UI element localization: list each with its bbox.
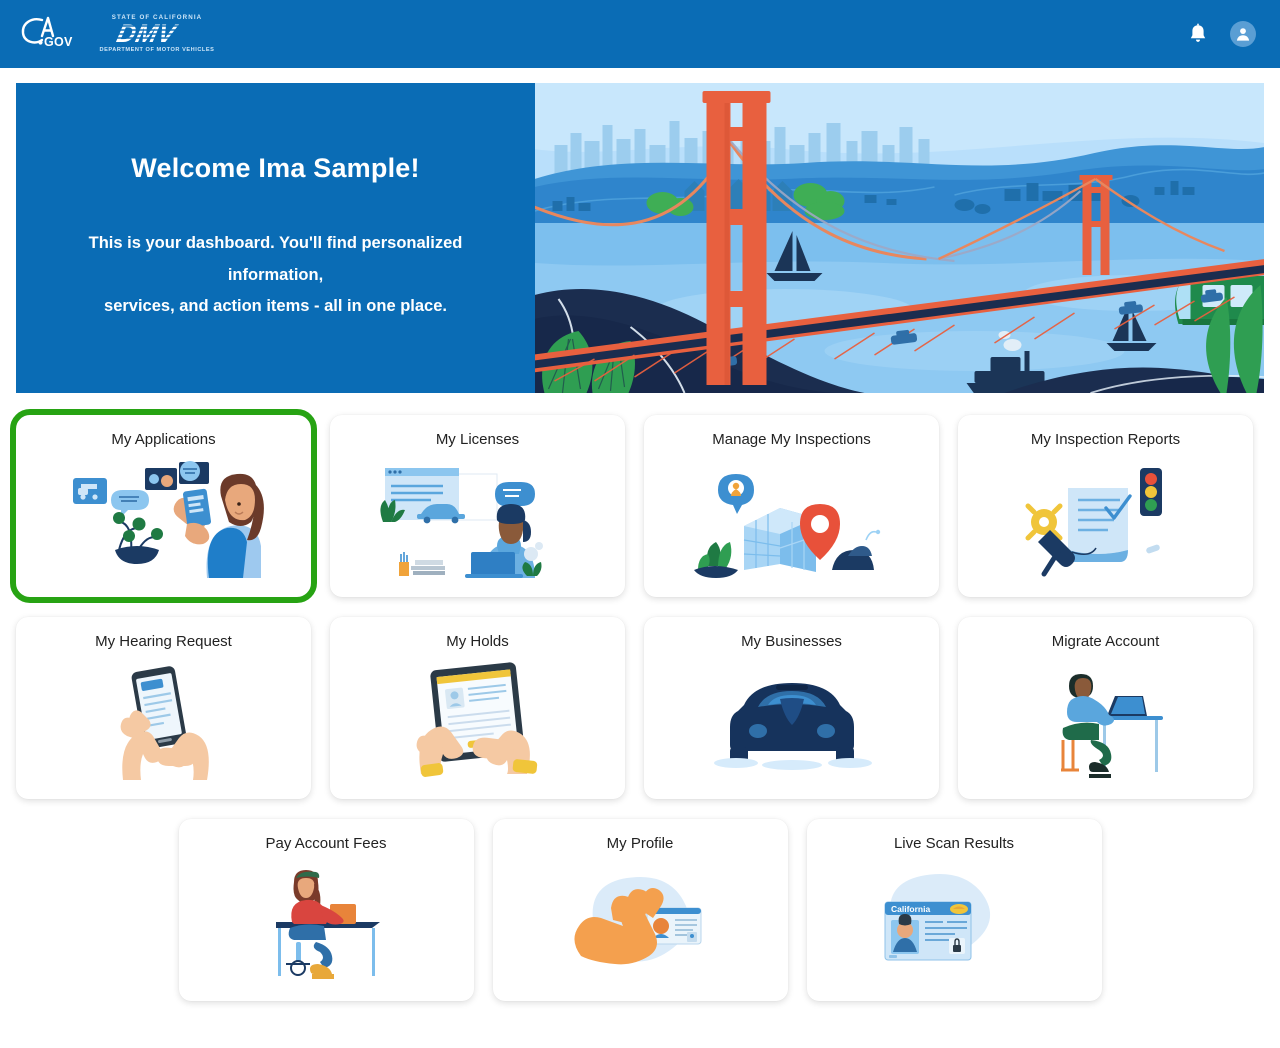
card-my-holds[interactable]: My Holds — [330, 617, 625, 799]
card-migrate-account[interactable]: Migrate Account — [958, 617, 1253, 799]
card-manage-my-inspections[interactable]: Manage My Inspections — [644, 415, 939, 597]
card-title: My Applications — [111, 431, 216, 448]
california-id-card-illustration: California — [884, 874, 990, 961]
ca-gov-logo-link[interactable]: GOV — [20, 14, 76, 55]
svg-text:GOV: GOV — [44, 35, 73, 49]
dashboard-card-grid: My Applications My Licenses Manage My In… — [0, 393, 1280, 1001]
card-my-profile[interactable]: My Profile — [492, 819, 788, 1001]
person — [1060, 674, 1114, 778]
card-pay-account-fees[interactable]: Pay Account Fees — [178, 819, 474, 1001]
card-title: My Profile — [606, 835, 674, 852]
golden-gate-bridge-illustration — [535, 83, 1264, 393]
card-illustration — [330, 449, 625, 597]
plants-left — [693, 542, 738, 578]
header-actions — [1188, 21, 1256, 47]
card-title: Pay Account Fees — [265, 835, 387, 852]
card-title: My Licenses — [435, 431, 520, 448]
map-location-pin-illustration — [693, 474, 880, 578]
user-avatar-icon — [1236, 28, 1250, 41]
person-at-desk-laptop-illustration — [1060, 674, 1163, 778]
avatar — [1230, 21, 1256, 47]
small-pin-bubble — [717, 474, 754, 514]
card-illustration: California — [807, 853, 1102, 1001]
svg-text:DEPARTMENT OF MOTOR VEHICLES: DEPARTMENT OF MOTOR VEHICLES — [100, 47, 215, 53]
dmv-logo-icon: STATE OF CALIFORNIA DMV DEPARTMENT OF MO… — [100, 14, 215, 53]
card-illustration — [644, 449, 939, 597]
svg-text:California: California — [891, 904, 930, 914]
hand-holding-id-card-illustration — [574, 876, 702, 965]
hero-subtitle-line-2: services, and action items - all in one … — [104, 297, 447, 316]
hero-subtitle: This is your dashboard. You'll find pers… — [50, 228, 501, 322]
card-title: Live Scan Results — [893, 835, 1015, 852]
woman-with-phone-apps-illustration — [72, 461, 264, 578]
books-left — [398, 552, 445, 576]
page-title: Welcome Ima Sample! — [131, 153, 420, 184]
brand-group: GOV STATE OF CALIFORNIA DMV DEPARTMENT O… — [20, 10, 216, 59]
checklist-document-keys-illustration — [1025, 468, 1162, 577]
car-front-illustration — [713, 683, 872, 770]
rocks-right — [831, 529, 880, 570]
site-header: GOV STATE OF CALIFORNIA DMV DEPARTMENT O… — [0, 0, 1280, 68]
bell-icon — [1190, 23, 1206, 42]
card-illustration — [493, 853, 788, 1001]
hands-holding-tablet-illustration — [416, 662, 537, 777]
card-my-applications[interactable]: My Applications — [10, 409, 317, 603]
card-title: My Businesses — [741, 633, 842, 650]
ca-gov-logo-icon: GOV — [21, 16, 73, 49]
card-illustration — [330, 651, 625, 799]
welcome-hero: Welcome Ima Sample! This is your dashboa… — [16, 83, 1264, 393]
card-title: My Hearing Request — [95, 633, 232, 650]
card-illustration — [644, 651, 939, 799]
hero-illustration — [535, 83, 1264, 393]
card-illustration — [179, 853, 474, 1001]
hand — [574, 888, 664, 965]
woman-at-desk-paying-illustration — [276, 870, 380, 979]
hero-text-panel: Welcome Ima Sample! This is your dashboa… — [16, 83, 535, 393]
card-my-businesses[interactable]: My Businesses — [644, 617, 939, 799]
card-my-licenses[interactable]: My Licenses — [330, 415, 625, 597]
card-illustration — [958, 449, 1253, 597]
california-id: California — [884, 901, 971, 961]
notifications-button[interactable] — [1188, 23, 1208, 45]
card-title: Manage My Inspections — [712, 431, 871, 448]
card-title: Migrate Account — [1051, 633, 1160, 650]
card-illustration — [16, 449, 311, 597]
account-menu-button[interactable] — [1230, 21, 1256, 47]
card-my-inspection-reports[interactable]: My Inspection Reports — [958, 415, 1253, 597]
card-title: My Inspection Reports — [1030, 431, 1181, 448]
traffic-light — [1139, 468, 1162, 516]
card-row-3: Pay Account Fees My Profile Live Scan Re… — [16, 819, 1264, 1001]
card-illustration — [958, 651, 1253, 799]
dmv-logo-link[interactable]: STATE OF CALIFORNIA DMV DEPARTMENT OF MO… — [98, 10, 216, 59]
hands-holding-phone-illustration — [120, 666, 209, 780]
person-at-laptop-browser-illustration — [379, 468, 543, 578]
woman — [173, 473, 264, 578]
card-my-hearing-request[interactable]: My Hearing Request — [16, 617, 311, 799]
hero-subtitle-line-1: This is your dashboard. You'll find pers… — [88, 234, 463, 284]
card-illustration — [16, 651, 311, 799]
card-row-2: My Hearing Request My Holds My Businesse… — [16, 617, 1264, 799]
card-title: My Holds — [446, 633, 509, 650]
card-live-scan-results[interactable]: Live Scan Results California — [806, 819, 1102, 1001]
card-row-1: My Applications My Licenses Manage My In… — [10, 409, 1264, 603]
plant — [112, 512, 163, 564]
